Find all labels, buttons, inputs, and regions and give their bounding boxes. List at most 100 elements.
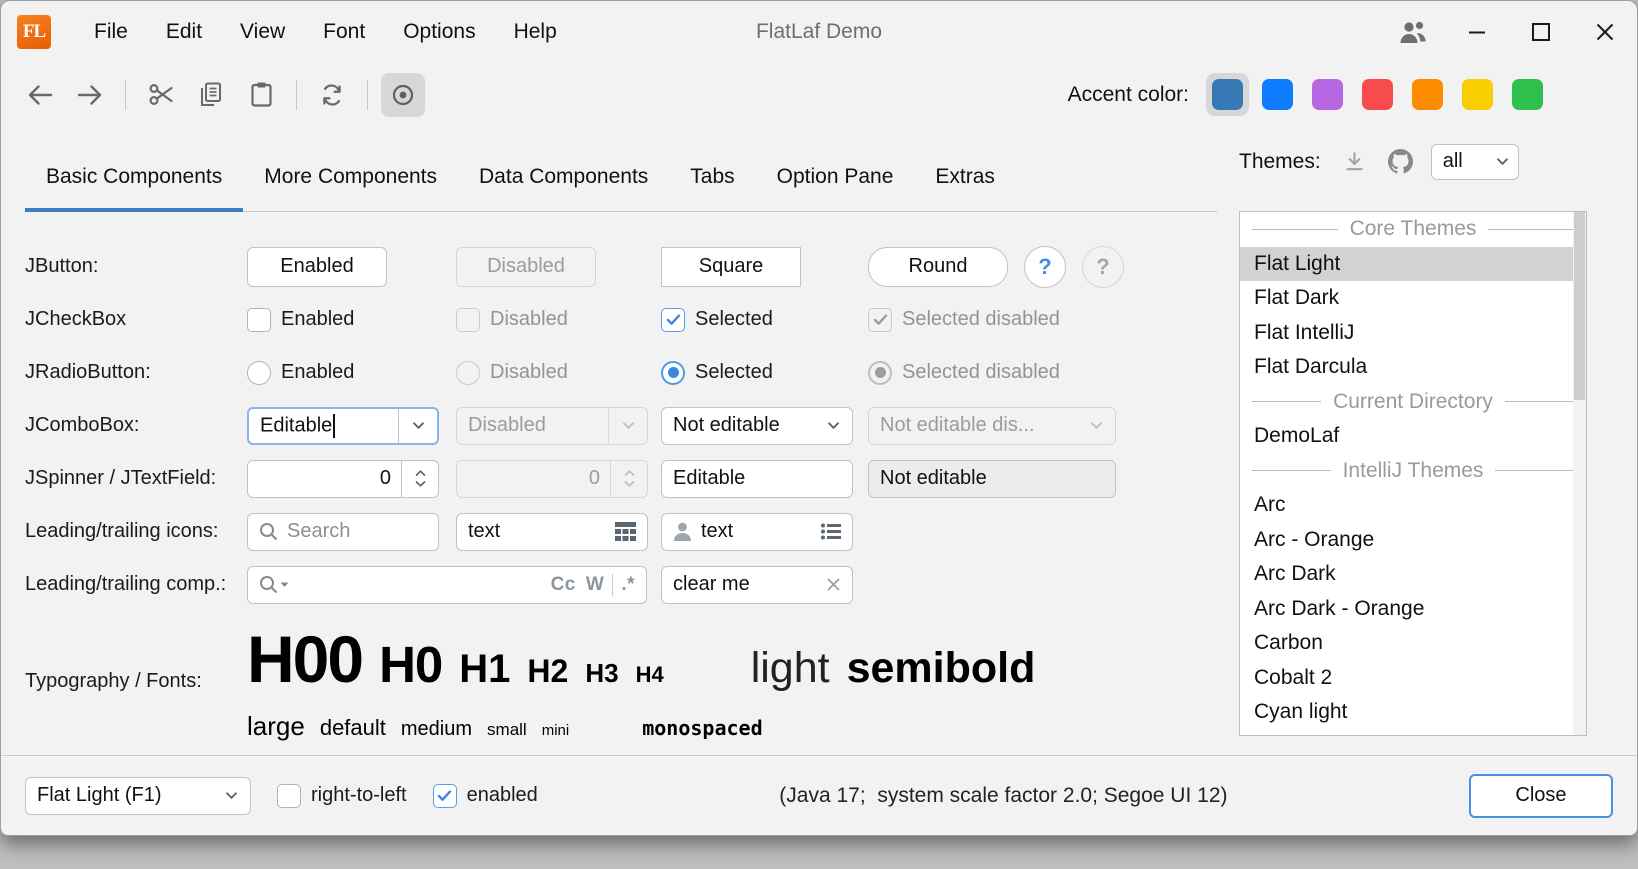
spinner-value[interactable]: 0 <box>248 467 401 490</box>
spinner[interactable]: 0 <box>247 460 439 498</box>
combobox-not-editable[interactable]: Not editable <box>661 407 853 445</box>
theme-item-arc[interactable]: Arc <box>1240 488 1586 523</box>
menu-file[interactable]: File <box>75 12 147 52</box>
tab-extras[interactable]: Extras <box>914 165 1016 211</box>
textfield-editable[interactable]: Editable <box>661 460 853 498</box>
search-with-options-input[interactable]: Cc W .* <box>247 566 647 604</box>
chevron-down-icon <box>814 408 852 444</box>
rtl-checkbox[interactable] <box>277 784 301 808</box>
text-caret <box>333 414 335 438</box>
theme-item-arc-dark[interactable]: Arc Dark <box>1240 557 1586 592</box>
accent-swatch-yellow[interactable] <box>1456 73 1499 116</box>
list-icon[interactable] <box>821 523 841 540</box>
theme-item-carbon[interactable]: Carbon <box>1240 626 1586 661</box>
cut-icon[interactable] <box>139 73 183 117</box>
tab-basic-components[interactable]: Basic Components <box>25 165 243 211</box>
whole-word-button[interactable]: W <box>586 574 604 596</box>
download-icon[interactable] <box>1343 150 1366 173</box>
large-size-sample: large <box>247 711 305 742</box>
search-dropdown-icon[interactable] <box>259 575 289 594</box>
enabled-checkbox-group[interactable]: enabled <box>433 784 538 808</box>
paste-icon[interactable] <box>239 73 283 117</box>
spinner-arrows[interactable] <box>401 461 438 497</box>
github-icon[interactable] <box>1388 149 1413 174</box>
accent-swatch-purple[interactable] <box>1306 73 1349 116</box>
tab-data-components[interactable]: Data Components <box>458 165 669 211</box>
theme-item-flat-darcula[interactable]: Flat Darcula <box>1240 350 1586 385</box>
app-window: FL File Edit View Font Options Help Flat… <box>0 0 1638 836</box>
laf-combobox[interactable]: Flat Light (F1) <box>25 777 251 815</box>
spinner-disabled-value: 0 <box>457 467 610 490</box>
themes-filter-combobox[interactable]: all <box>1431 144 1519 180</box>
theme-item-flat-dark[interactable]: Flat Dark <box>1240 281 1586 316</box>
copy-icon[interactable] <box>189 73 233 117</box>
forward-icon[interactable] <box>68 73 112 117</box>
accent-swatch-default[interactable] <box>1206 73 1249 116</box>
combobox-disabled: Disabled <box>456 407 648 445</box>
theme-item-flat-intellij[interactable]: Flat IntelliJ <box>1240 316 1586 351</box>
theme-item-dark-flat[interactable]: Dark Flat <box>1240 730 1586 737</box>
clear-me-input[interactable]: clear me <box>661 566 853 604</box>
accent-swatch-orange[interactable] <box>1406 73 1449 116</box>
accent-color-zone: Accent color: <box>1068 73 1637 116</box>
theme-item-flat-light[interactable]: Flat Light <box>1240 247 1586 282</box>
scrollbar-thumb[interactable] <box>1574 212 1585 400</box>
menu-help[interactable]: Help <box>495 12 576 52</box>
close-button[interactable]: Close <box>1469 774 1613 818</box>
search-input[interactable]: Search <box>247 513 439 551</box>
tab-tabs[interactable]: Tabs <box>669 165 755 211</box>
square-button[interactable]: Square <box>661 247 801 287</box>
theme-item-cyan-light[interactable]: Cyan light <box>1240 695 1586 730</box>
theme-item-cobalt-2[interactable]: Cobalt 2 <box>1240 661 1586 696</box>
theme-item-demolaf[interactable]: DemoLaf <box>1240 419 1586 454</box>
users-icon[interactable] <box>1381 6 1445 58</box>
enabled-button[interactable]: Enabled <box>247 247 387 287</box>
menu-edit[interactable]: Edit <box>147 12 221 52</box>
clear-icon[interactable] <box>826 577 841 592</box>
close-window-button[interactable] <box>1573 6 1637 58</box>
menu-view[interactable]: View <box>221 12 304 52</box>
small-size-sample: small <box>487 720 527 740</box>
back-icon[interactable] <box>18 73 62 117</box>
text-field-user-list[interactable]: text <box>661 513 853 551</box>
combobox-editable[interactable]: Editable <box>247 407 439 445</box>
accent-swatch-green[interactable] <box>1506 73 1549 116</box>
radio-selected-disabled-label: Selected disabled <box>902 361 1060 384</box>
user-icon <box>673 522 692 542</box>
checkbox-selected-label: Selected <box>695 308 773 331</box>
show-hidden-eye-icon[interactable] <box>381 73 425 117</box>
maximize-button[interactable] <box>1509 6 1573 58</box>
match-case-button[interactable]: Cc <box>551 574 576 596</box>
checkbox-enabled[interactable] <box>247 308 271 332</box>
refresh-icon[interactable] <box>310 73 354 117</box>
chevron-down-icon[interactable] <box>398 409 437 443</box>
themes-list[interactable]: Core Themes Flat Light Flat Dark Flat In… <box>1239 211 1587 736</box>
combobox-disabled-value: Disabled <box>457 414 608 437</box>
chevron-down-icon <box>608 408 647 444</box>
theme-item-arc-dark-orange[interactable]: Arc Dark - Orange <box>1240 592 1586 627</box>
tab-option-pane[interactable]: Option Pane <box>756 165 915 211</box>
menu-font[interactable]: Font <box>304 12 384 52</box>
checkbox-selected[interactable] <box>661 308 685 332</box>
themes-separator: Core Themes <box>1240 212 1586 247</box>
rtl-checkbox-label: right-to-left <box>311 784 407 807</box>
text-field-table-icon[interactable]: text <box>456 513 648 551</box>
round-button[interactable]: Round <box>868 247 1008 287</box>
radio-selected[interactable] <box>661 361 685 385</box>
accent-swatch-blue[interactable] <box>1256 73 1299 116</box>
accent-swatch-red[interactable] <box>1356 73 1399 116</box>
table-icon[interactable] <box>615 522 636 541</box>
h0-sample: H0 <box>379 635 442 694</box>
leading-trailing-icons-row: Leading/trailing icons: Search text <box>25 505 1239 558</box>
h2-sample: H2 <box>527 653 568 690</box>
radio-enabled[interactable] <box>247 361 271 385</box>
tab-more-components[interactable]: More Components <box>243 165 458 211</box>
minimize-button[interactable] <box>1445 6 1509 58</box>
themes-scrollbar[interactable] <box>1573 212 1586 735</box>
rtl-checkbox-group[interactable]: right-to-left <box>277 784 407 808</box>
help-button[interactable]: ? <box>1024 246 1066 288</box>
regex-button[interactable]: .* <box>621 574 635 596</box>
menu-options[interactable]: Options <box>384 12 494 52</box>
theme-item-arc-orange[interactable]: Arc - Orange <box>1240 523 1586 558</box>
enabled-checkbox[interactable] <box>433 784 457 808</box>
